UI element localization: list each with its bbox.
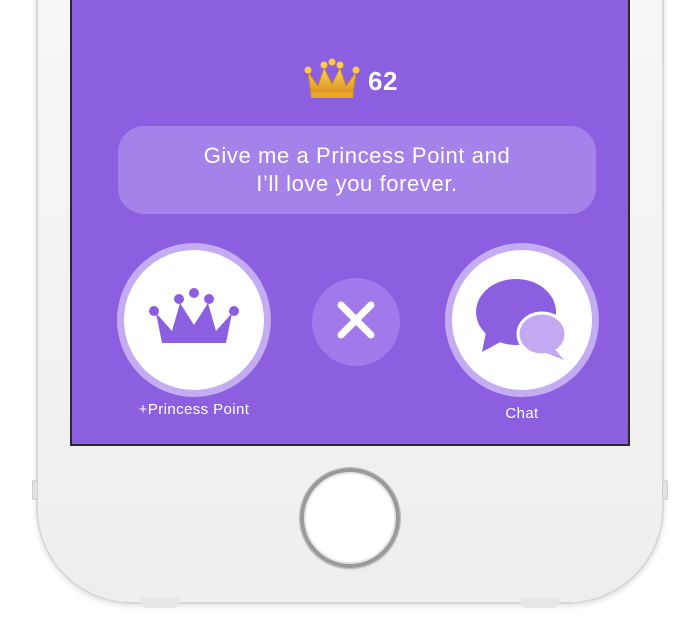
home-button[interactable]	[300, 468, 400, 568]
purple-crown-icon	[146, 287, 242, 354]
app-screen: 62 Give me a Princess Point and I’ll lov…	[70, 0, 630, 446]
princess-point-button[interactable]	[124, 250, 264, 390]
chat-label: Chat	[505, 405, 539, 422]
frame-edge-left	[140, 598, 180, 608]
points-value: 62	[368, 66, 398, 96]
side-button-left	[32, 480, 38, 500]
side-button-right	[662, 480, 668, 500]
frame-edge-right	[520, 598, 560, 608]
close-icon	[336, 300, 376, 345]
chat-button[interactable]	[452, 250, 592, 390]
message-line-1: Give me a Princess Point and	[203, 143, 511, 168]
chat-bubbles-icon	[472, 272, 572, 369]
gold-crown-icon	[302, 58, 362, 105]
princess-points-counter: 62	[72, 58, 628, 105]
dismiss-button[interactable]	[312, 278, 400, 366]
princess-point-label: +Princess Point	[138, 401, 250, 418]
message-line-2: I’ll love you forever.	[256, 171, 458, 196]
message-bubble: Give me a Princess Point and I’ll love y…	[118, 126, 596, 214]
